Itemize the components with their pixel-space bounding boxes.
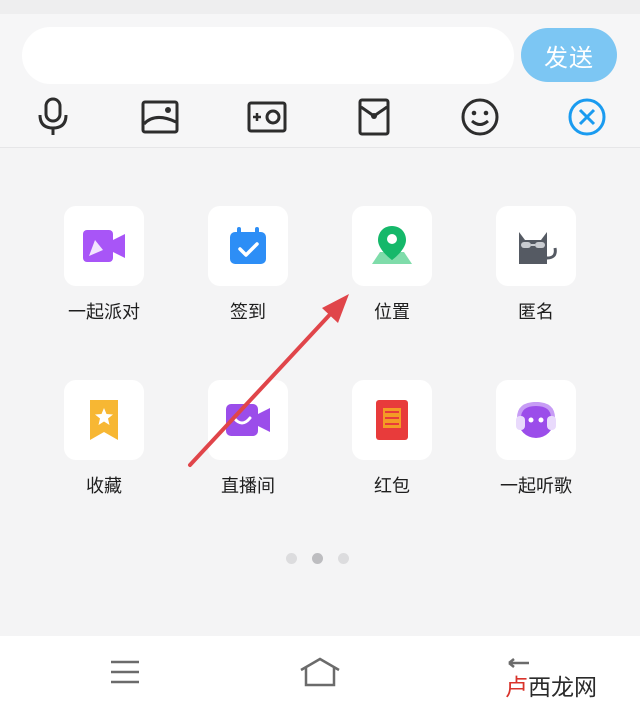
- grid-item-label: 红包: [374, 476, 410, 496]
- grid-item-label: 匿名: [518, 302, 554, 322]
- grid-item-label: 收藏: [86, 476, 122, 496]
- listen-together-icon: [496, 380, 576, 460]
- live-room-icon: [208, 380, 288, 460]
- grid-item-live-room[interactable]: 直播间: [176, 380, 320, 520]
- favorites-star-icon: [64, 380, 144, 460]
- home-icon[interactable]: [298, 654, 342, 690]
- grid-item-favorites[interactable]: 收藏: [32, 380, 176, 520]
- close-circle-icon[interactable]: [564, 94, 610, 140]
- location-pin-icon: [352, 206, 432, 286]
- watermark: 卢西龙网: [505, 675, 597, 701]
- red-envelope-icon: [352, 380, 432, 460]
- status-strip: [0, 0, 640, 14]
- send-button[interactable]: 发送: [521, 28, 617, 82]
- calendar-checkin-icon: [208, 206, 288, 286]
- grid-item-listen-together[interactable]: 一起听歌: [464, 380, 608, 520]
- grid-item-label: 一起听歌: [500, 476, 572, 496]
- grid-item-label: 签到: [230, 302, 266, 322]
- grid-item-anonymous[interactable]: 匿名: [464, 206, 608, 346]
- anonymous-cat-icon: [496, 206, 576, 286]
- grid-item-label: 一起派对: [68, 302, 140, 322]
- grid-item-label: 位置: [374, 302, 410, 322]
- image-icon[interactable]: [137, 94, 183, 140]
- grid-item-party[interactable]: 一起派对: [32, 206, 176, 346]
- page-dot-active[interactable]: [312, 553, 323, 564]
- page-dot[interactable]: [338, 553, 349, 564]
- page-indicator: [286, 553, 350, 565]
- composer-bar: 发送: [0, 14, 640, 148]
- message-input[interactable]: [22, 27, 514, 84]
- microphone-icon[interactable]: [30, 94, 76, 140]
- grid-item-label: 直播间: [221, 476, 275, 496]
- grid-item-red-envelope[interactable]: 红包: [320, 380, 464, 520]
- grid-item-checkin[interactable]: 签到: [176, 206, 320, 346]
- grid-item-location[interactable]: 位置: [320, 206, 464, 346]
- menu-icon[interactable]: [103, 654, 147, 690]
- party-video-icon: [64, 206, 144, 286]
- emoji-icon[interactable]: [457, 94, 503, 140]
- camera-icon[interactable]: [244, 94, 290, 140]
- page-dot[interactable]: [286, 553, 297, 564]
- red-packet-icon[interactable]: [351, 94, 397, 140]
